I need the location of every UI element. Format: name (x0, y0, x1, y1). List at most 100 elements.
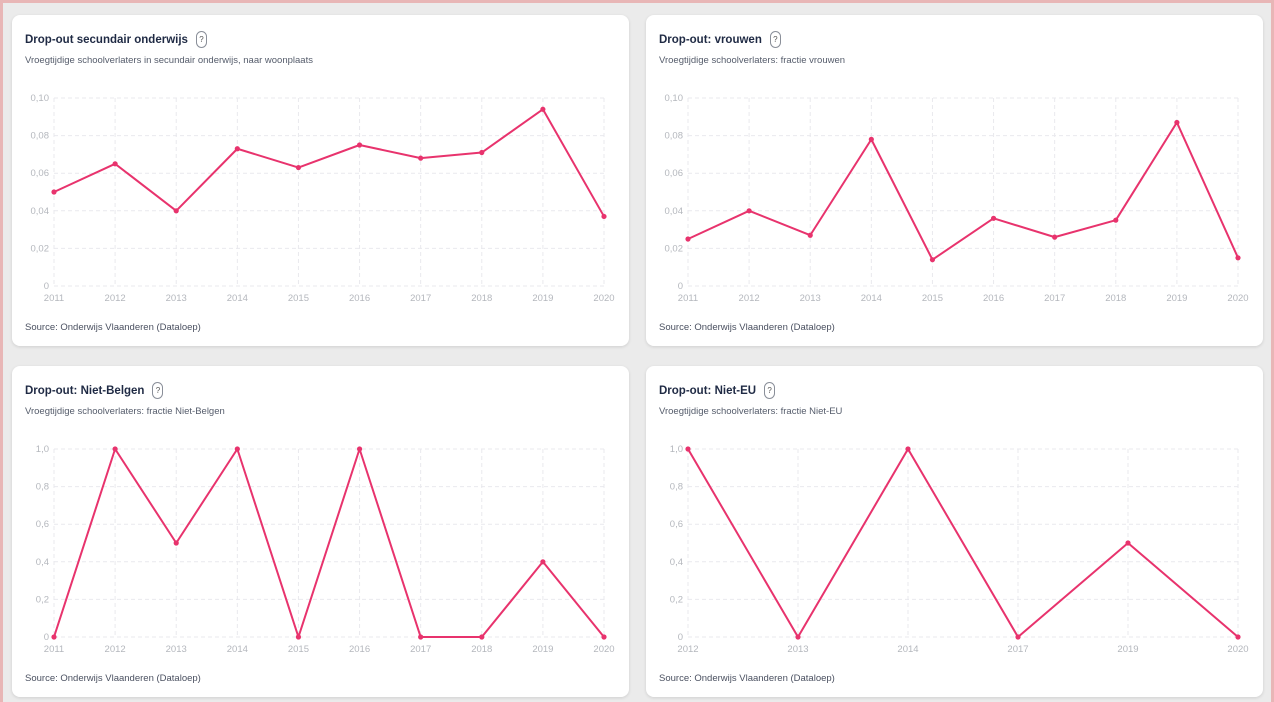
card-source: Source: Onderwijs Vlaanderen (Dataloep) (659, 673, 835, 684)
x-tick-label: 2015 (288, 644, 309, 655)
x-tick-label: 2020 (593, 293, 614, 304)
data-point[interactable] (601, 634, 607, 640)
data-point[interactable] (112, 446, 118, 452)
x-tick-label: 2016 (349, 293, 370, 304)
y-tick-label: 0,06 (31, 168, 50, 179)
x-tick-label: 2012 (677, 644, 698, 655)
data-point[interactable] (868, 136, 874, 142)
y-tick-label: 0,8 (670, 482, 683, 493)
y-tick-label: 0,10 (31, 93, 50, 104)
chart-card: Drop-out: vrouwen ? Vroegtijdige schoolv… (646, 15, 1263, 346)
x-tick-label: 2019 (1166, 293, 1187, 304)
x-tick-label: 2015 (288, 293, 309, 304)
y-tick-label: 0,10 (665, 93, 684, 104)
y-tick-label: 0 (678, 281, 683, 292)
x-tick-label: 2014 (897, 644, 918, 655)
y-tick-label: 0,02 (31, 243, 50, 254)
data-point[interactable] (234, 146, 240, 152)
data-point[interactable] (685, 236, 691, 242)
data-point[interactable] (234, 446, 240, 452)
chart-card: Drop-out: Niet-Belgen ? Vroegtijdige sch… (12, 366, 629, 697)
x-tick-label: 2012 (105, 293, 126, 304)
x-tick-label: 2017 (1044, 293, 1065, 304)
line-chart: 0 0,2 0,4 0,6 0,8 1,0 2012 2013 2014 2017 2019 2020 (670, 444, 1249, 655)
y-tick-label: 0,08 (31, 131, 50, 142)
x-tick-label: 2011 (678, 293, 698, 304)
x-tick-label: 2019 (1117, 644, 1138, 655)
x-tick-label: 2016 (983, 293, 1004, 304)
series-line (687, 121, 1239, 261)
x-tick-label: 2013 (166, 644, 187, 655)
y-tick-label: 0,4 (670, 557, 683, 568)
y-tick-label: 1,0 (670, 444, 683, 455)
y-tick-label: 0,6 (670, 519, 683, 530)
data-point[interactable] (990, 215, 997, 221)
data-point[interactable] (356, 142, 363, 148)
data-point[interactable] (795, 634, 801, 640)
data-point[interactable] (295, 634, 302, 640)
y-tick-label: 0 (44, 281, 49, 292)
y-tick-label: 0,02 (665, 243, 684, 254)
data-point[interactable] (905, 446, 911, 452)
x-tick-label: 2018 (471, 293, 492, 304)
y-tick-label: 0,04 (665, 206, 684, 217)
data-point[interactable] (418, 634, 424, 640)
x-tick-label: 2017 (1007, 644, 1028, 655)
data-point[interactable] (479, 149, 485, 156)
data-point[interactable] (1125, 540, 1131, 546)
x-tick-label: 2016 (349, 644, 370, 655)
data-point[interactable] (51, 634, 57, 640)
x-tick-label: 2012 (739, 293, 760, 304)
x-tick-label: 2013 (800, 293, 821, 304)
data-point[interactable] (295, 164, 302, 171)
card-source: Source: Onderwijs Vlaanderen (Dataloep) (25, 673, 201, 684)
data-point[interactable] (929, 257, 936, 263)
y-tick-label: 0,06 (665, 168, 684, 179)
series-line (687, 448, 1239, 638)
data-point[interactable] (1174, 119, 1180, 126)
chart-card: Drop-out secundair onderwijs ? Vroegtijd… (12, 15, 629, 346)
x-tick-label: 2012 (105, 644, 126, 655)
data-point[interactable] (807, 232, 813, 238)
series-line (53, 448, 605, 638)
data-point[interactable] (1235, 634, 1241, 640)
data-point[interactable] (1235, 255, 1241, 261)
x-tick-label: 2011 (44, 293, 64, 304)
data-point[interactable] (173, 540, 179, 546)
data-point[interactable] (540, 106, 546, 112)
x-tick-label: 2013 (166, 293, 187, 304)
data-point[interactable] (1015, 634, 1021, 640)
data-point[interactable] (173, 208, 179, 214)
data-point[interactable] (746, 208, 752, 214)
data-point[interactable] (51, 189, 57, 195)
data-point[interactable] (356, 446, 363, 452)
x-tick-label: 2020 (593, 644, 614, 655)
line-chart: 0 0,2 0,4 0,6 0,8 1,0 2011 2012 2013 2014 2015 2016… (36, 444, 615, 655)
x-tick-label: 2014 (227, 644, 248, 655)
x-tick-label: 2015 (922, 293, 943, 304)
y-tick-label: 0,2 (670, 594, 683, 605)
y-tick-label: 0,4 (36, 557, 49, 568)
data-point[interactable] (685, 446, 691, 452)
data-point[interactable] (1113, 217, 1119, 223)
data-point[interactable] (418, 155, 424, 161)
x-tick-label: 2018 (1105, 293, 1126, 304)
data-point[interactable] (540, 559, 546, 565)
y-tick-label: 0,08 (665, 131, 684, 142)
data-point[interactable] (1052, 234, 1058, 240)
x-tick-label: 2019 (532, 293, 553, 304)
x-tick-label: 2017 (410, 644, 431, 655)
line-chart: 0 0,02 0,04 0,06 0,08 0,10 2011 2012 2013 2014 201… (665, 93, 1249, 304)
chart-card: Drop-out: Niet-EU ? Vroegtijdige schoolv… (646, 366, 1263, 697)
x-tick-label: 2013 (787, 644, 808, 655)
data-point[interactable] (601, 213, 607, 220)
y-tick-label: 0,2 (36, 594, 49, 605)
x-tick-label: 2019 (532, 644, 553, 655)
line-chart: 0 0,02 0,04 0,06 0,08 0,10 2011 2012 2013 2014 201… (31, 93, 615, 304)
x-tick-label: 2017 (410, 293, 431, 304)
x-tick-label: 2011 (44, 644, 64, 655)
card-source: Source: Onderwijs Vlaanderen (Dataloep) (25, 322, 201, 333)
data-point[interactable] (479, 634, 485, 640)
data-point[interactable] (112, 161, 118, 167)
y-tick-label: 0,8 (36, 482, 49, 493)
